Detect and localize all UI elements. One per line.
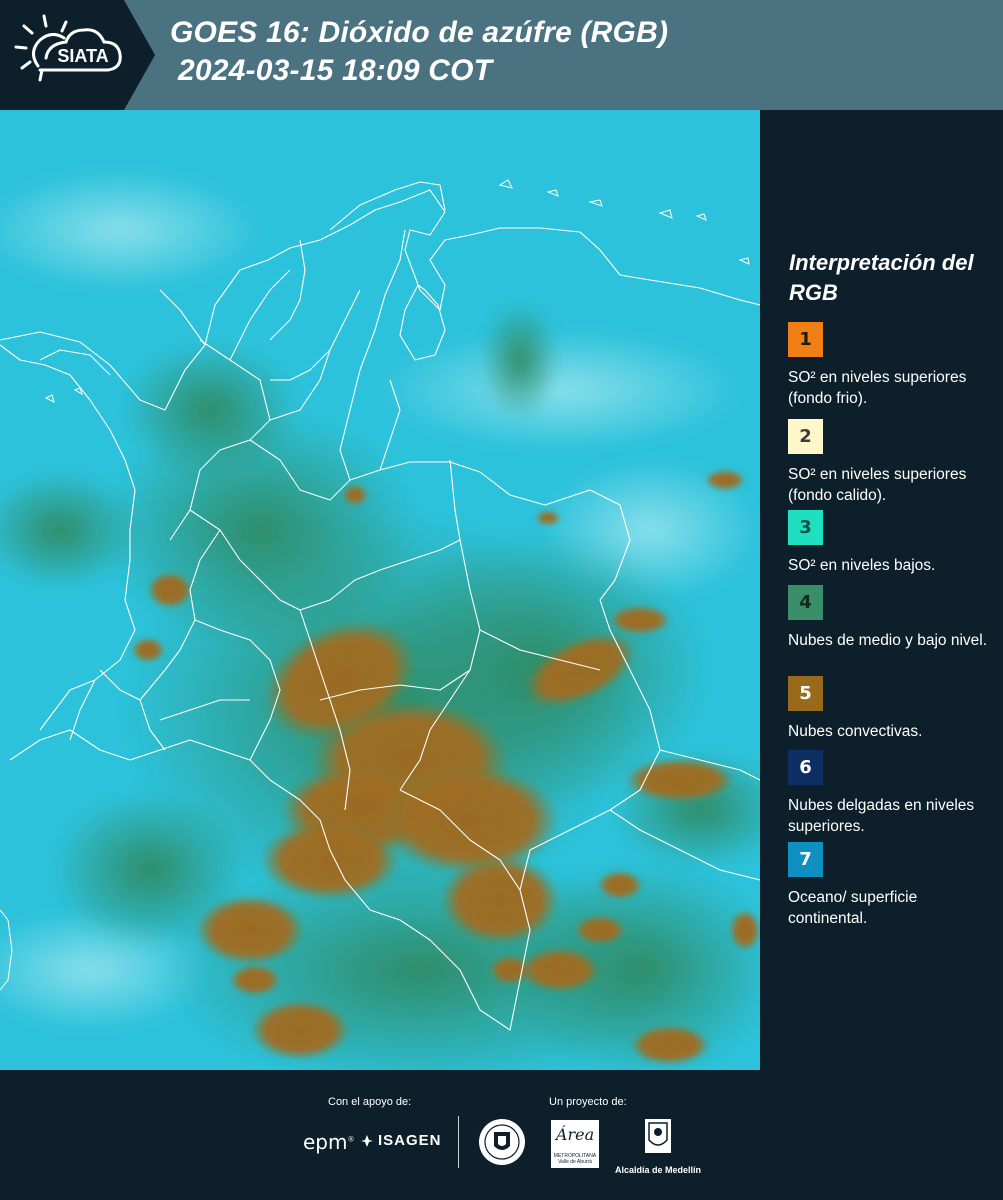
legend-swatch-5: 5	[788, 676, 823, 711]
footer-divider	[458, 1116, 459, 1168]
legend-item-3: 3 SO² en niveles bajos.	[788, 510, 998, 576]
medellin-seal-icon	[479, 1119, 525, 1165]
legend-label-3: SO² en niveles bajos.	[788, 557, 936, 574]
legend-item-2: 2 SO² en niveles superiores (fondo calid…	[788, 419, 998, 506]
legend-swatch-1: 1	[788, 322, 823, 357]
legend-swatch-4: 4	[788, 585, 823, 620]
area-metropolitana-logo: Área METROPOLITANA Valle de Aburrá	[551, 1120, 599, 1168]
legend-label-2: SO² en niveles superiores (fondo calido)…	[788, 466, 967, 504]
svg-text:SIATA: SIATA	[57, 46, 108, 66]
footer: Con el apoyo de: Un proyecto de: epm® IS…	[0, 1070, 1003, 1200]
page-title: GOES 16: Dióxido de azúfre (RGB) 2024-03…	[170, 14, 668, 90]
project-label: Un proyecto de:	[549, 1096, 627, 1108]
support-label: Con el apoyo de:	[328, 1096, 412, 1108]
legend-label-5: Nubes convectivas.	[788, 723, 923, 740]
legend-label-4: Nubes de medio y bajo nivel.	[788, 632, 988, 649]
legend-title: Interpretación del RGB	[789, 250, 974, 305]
satellite-map	[0, 110, 760, 1070]
epm-logo: epm®	[303, 1130, 355, 1154]
medellin-crest-icon	[645, 1119, 671, 1153]
legend-item-7: 7 Oceano/ superficie continental.	[788, 842, 998, 929]
title-line-1: GOES 16: Dióxido de azúfre (RGB)	[170, 16, 669, 49]
legend-item-4: 4 Nubes de medio y bajo nivel.	[788, 585, 998, 651]
header-bar: SIATA GOES 16: Dióxido de azúfre (RGB) 2…	[0, 0, 1003, 110]
legend-panel: Interpretación del RGB 1 SO² en niveles …	[760, 110, 1003, 1070]
legend-label-6: Nubes delgadas en niveles superiores.	[788, 797, 975, 835]
alcaldia-medellin-logo: Alcaldía de Medellín	[612, 1118, 704, 1178]
title-line-2: 2024-03-15 18:09 COT	[178, 54, 493, 87]
legend-item-5: 5 Nubes convectivas.	[788, 676, 998, 742]
isagen-logo: ISAGEN	[360, 1132, 442, 1149]
legend-swatch-2: 2	[788, 419, 823, 454]
legend-swatch-6: 6	[788, 750, 823, 785]
legend-label-7: Oceano/ superficie continental.	[788, 889, 918, 927]
legend-item-6: 6 Nubes delgadas en niveles superiores.	[788, 750, 998, 837]
isagen-icon	[361, 1134, 373, 1147]
legend-swatch-7: 7	[788, 842, 823, 877]
legend-swatch-3: 3	[788, 510, 823, 545]
siata-logo: SIATA	[0, 0, 160, 110]
legend-item-1: 1 SO² en niveles superiores (fondo frio)…	[788, 322, 998, 409]
legend-label-1: SO² en niveles superiores (fondo frio).	[788, 369, 967, 407]
